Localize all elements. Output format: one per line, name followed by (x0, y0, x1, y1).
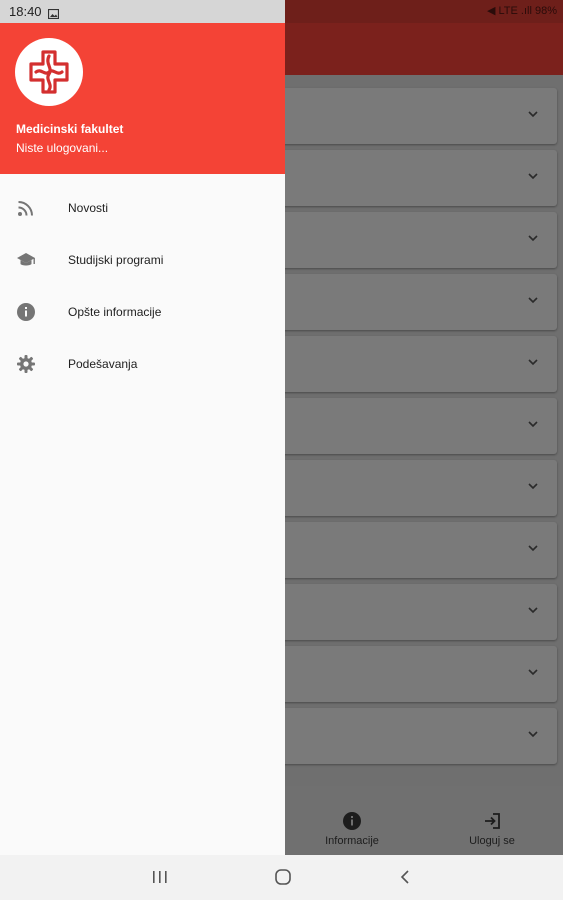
image-notification-icon (47, 6, 60, 20)
drawer-header: Medicinski fakultet Niste ulogovani... (0, 23, 285, 174)
chevron-down-icon (527, 479, 539, 491)
chevron-down-icon (527, 417, 539, 429)
system-navigation-bar (0, 855, 563, 900)
bottom-nav-uloguj-se[interactable]: Uloguj se (432, 811, 552, 847)
bottom-nav-label: Uloguj se (469, 835, 515, 847)
status-indicators: ◀ LTE .ıll 98% (486, 5, 557, 17)
chevron-down-icon (527, 107, 539, 119)
info-icon (342, 811, 362, 831)
settings-icon (16, 354, 36, 374)
rss-feed-icon (16, 198, 36, 218)
chevron-down-icon (527, 603, 539, 615)
login-icon (482, 811, 502, 831)
chevron-down-icon (527, 727, 539, 739)
info-icon (16, 302, 36, 322)
faculty-logo (15, 38, 83, 106)
login-status: Niste ulogovani... (16, 141, 109, 155)
bottom-nav-informacije[interactable]: Informacije (292, 811, 412, 847)
drawer-item-label: Novosti (68, 201, 109, 215)
drawer-item-studijski-programi[interactable]: Studijski programi (0, 234, 285, 286)
chevron-down-icon (527, 169, 539, 181)
school-icon (16, 250, 36, 270)
faculty-name: Medicinski fakultet (16, 122, 124, 136)
chevron-down-icon (527, 541, 539, 553)
status-time: 18:40 (9, 4, 42, 19)
bottom-nav-label: Informacije (325, 835, 379, 847)
drawer-item-podesavanja[interactable]: Podešavanja (0, 338, 285, 390)
navigation-drawer: 18:40 Medicinski fakultet Niste ulogovan… (0, 0, 285, 855)
chevron-down-icon (527, 231, 539, 243)
drawer-item-novosti[interactable]: Novosti (0, 182, 285, 234)
home-icon[interactable] (271, 867, 295, 887)
chevron-down-icon (527, 665, 539, 677)
drawer-item-label: Podešavanja (68, 357, 138, 371)
chevron-down-icon (527, 293, 539, 305)
back-icon[interactable] (394, 867, 418, 887)
recent-apps-icon[interactable] (148, 867, 172, 887)
drawer-item-label: Studijski programi (68, 253, 164, 267)
chevron-down-icon (527, 355, 539, 367)
drawer-item-opste-informacije[interactable]: Opšte informacije (0, 286, 285, 338)
status-bar: 18:40 (0, 0, 285, 23)
drawer-item-label: Opšte informacije (68, 305, 162, 319)
